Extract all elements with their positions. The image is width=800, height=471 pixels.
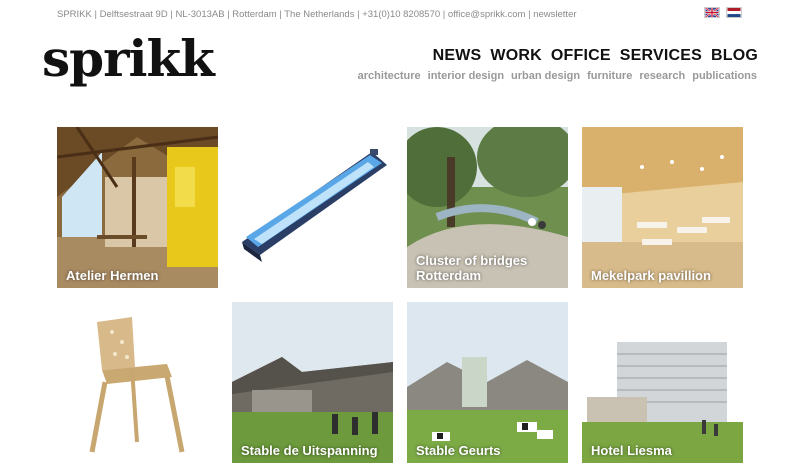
site-logo[interactable]: sprikk — [42, 34, 215, 84]
subnav-urban-design[interactable]: urban design — [511, 70, 580, 82]
project-caption: Atelier Hermen — [66, 268, 159, 283]
nav-blog[interactable]: BLOG — [711, 47, 758, 65]
contact-bar: SPRIKK | Delftsestraat 9D | NL-3013AB | … — [57, 9, 577, 20]
newsletter-link[interactable]: newsletter — [533, 9, 576, 20]
project-tile-chair[interactable] — [57, 302, 218, 463]
main-nav: NEWS WORK OFFICE SERVICES BLOG — [433, 47, 758, 65]
project-caption: Cluster of bridges Rotterdam — [416, 253, 528, 283]
project-tile-atelier-hermen[interactable]: Atelier Hermen — [57, 127, 218, 288]
nav-office[interactable]: OFFICE — [551, 47, 611, 65]
project-tile-mekelpark[interactable]: Mekelpark pavillion — [582, 127, 743, 288]
project-tile-bridges[interactable]: Cluster of bridges Rotterdam — [407, 127, 568, 288]
hotel-building-image — [582, 302, 743, 463]
language-switcher — [704, 7, 742, 18]
project-tile-hotel-liesma[interactable]: Hotel Liesma — [582, 302, 743, 463]
project-caption: Stable de Uitspanning — [241, 443, 378, 458]
project-caption: Hotel Liesma — [591, 443, 672, 458]
nl-flag-icon[interactable] — [726, 7, 742, 18]
subnav-publications[interactable]: publications — [692, 70, 757, 82]
category-nav: architecture interior design urban desig… — [358, 70, 757, 82]
subnav-research[interactable]: research — [639, 70, 685, 82]
stable-cows-image — [407, 302, 568, 463]
project-tile-stable-uitspanning[interactable]: Stable de Uitspanning — [232, 302, 393, 463]
nav-work[interactable]: WORK — [490, 47, 541, 65]
project-tile-boat[interactable] — [232, 127, 393, 288]
address-text: SPRIKK | Delftsestraat 9D | NL-3013AB | … — [57, 9, 448, 20]
email-link[interactable]: office@sprikk.com — [448, 9, 526, 20]
boat-model-image — [232, 127, 393, 288]
pavilion-interior-image — [582, 127, 743, 288]
nav-services[interactable]: SERVICES — [620, 47, 702, 65]
project-grid: Atelier Hermen Cluster of bridges Rotter… — [57, 127, 743, 463]
wooden-chair-image — [57, 302, 218, 463]
barn-interior-image — [57, 127, 218, 288]
subnav-interior-design[interactable]: interior design — [428, 70, 504, 82]
stable-barn-image — [232, 302, 393, 463]
subnav-architecture[interactable]: architecture — [358, 70, 421, 82]
project-caption: Stable Geurts — [416, 443, 501, 458]
subnav-furniture[interactable]: furniture — [587, 70, 632, 82]
project-tile-stable-geurts[interactable]: Stable Geurts — [407, 302, 568, 463]
uk-flag-icon[interactable] — [704, 7, 720, 18]
nav-news[interactable]: NEWS — [433, 47, 482, 65]
project-caption: Mekelpark pavillion — [591, 268, 711, 283]
